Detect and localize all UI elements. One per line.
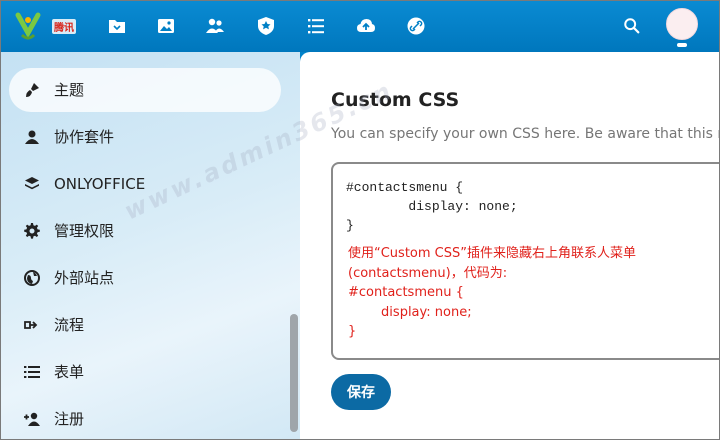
security-app-icon[interactable] [253,13,279,39]
user-avatar[interactable] [666,8,698,40]
upload-icon [357,19,375,32]
link-icon [407,17,425,35]
sidebar-item-registration[interactable]: 注册 [9,397,281,440]
contacts-app-icon[interactable] [202,13,228,39]
sidebar-item-label: 流程 [54,316,85,334]
sidebar-item-label: 外部站点 [54,269,115,287]
sidebar-item-label: 注册 [54,410,85,428]
logo-icon [15,12,41,40]
files-app-icon[interactable] [104,13,130,39]
upload-app-icon[interactable] [353,13,379,39]
security-icon [258,17,274,35]
gear-icon [22,221,42,241]
tasks-app-icon[interactable] [303,13,329,39]
link-app-icon[interactable] [403,13,429,39]
sidebar-item-theming[interactable]: 主题 [9,68,281,112]
main-content: Custom CSS You can specify your own CSS … [300,52,720,440]
sidebar-item-label: 协作套件 [54,128,115,146]
globe-icon [22,268,42,288]
search-button[interactable] [619,13,645,39]
paintbrush-icon [22,80,42,100]
sidebar-item-forms[interactable]: 表单 [9,350,281,394]
contacts-icon [206,18,224,33]
sidebar-item-label: 管理权限 [54,222,115,240]
flow-icon [22,315,42,335]
settings-sidebar: 主题 协作套件 ONLYOFFICE 管理权限 外部站点 流程 表单 注册 [0,52,300,440]
css-code: #contactsmenu { display: none; } [346,180,518,233]
files-icon [109,20,125,33]
sidebar-item-admin-privileges[interactable]: 管理权限 [9,209,281,253]
sidebar-item-collaboration[interactable]: 协作套件 [9,115,281,159]
app-logo[interactable]: 腾讯 [14,11,78,41]
avatar-status-indicator [677,43,687,47]
sidebar-item-label: 表单 [54,363,85,381]
annotation-text: 使用“Custom CSS”插件来隐藏右上角联系人菜单 (contactsmen… [348,246,636,339]
layers-icon [22,174,42,194]
search-icon [624,18,640,34]
section-title: Custom CSS [331,89,460,111]
section-description: You can specify your own CSS here. Be aw… [331,126,720,142]
photos-icon [158,19,174,33]
sidebar-item-external-sites[interactable]: 外部站点 [9,256,281,300]
user-add-icon [22,409,42,429]
sidebar-item-label: ONLYOFFICE [54,175,146,193]
user-icon [22,127,42,147]
list-icon [22,362,42,382]
tasks-icon [308,19,324,34]
save-button[interactable]: 保存 [331,374,391,410]
top-header: 腾讯 [0,0,720,52]
sidebar-item-flow[interactable]: 流程 [9,303,281,347]
logo-text: 腾讯 [52,19,76,34]
photos-app-icon[interactable] [153,13,179,39]
sidebar-scrollbar[interactable] [290,314,298,432]
sidebar-item-label: 主题 [54,81,85,99]
custom-css-textarea[interactable]: #contactsmenu { display: none; } 使用“Cust… [331,162,720,360]
sidebar-item-onlyoffice[interactable]: ONLYOFFICE [9,162,281,206]
